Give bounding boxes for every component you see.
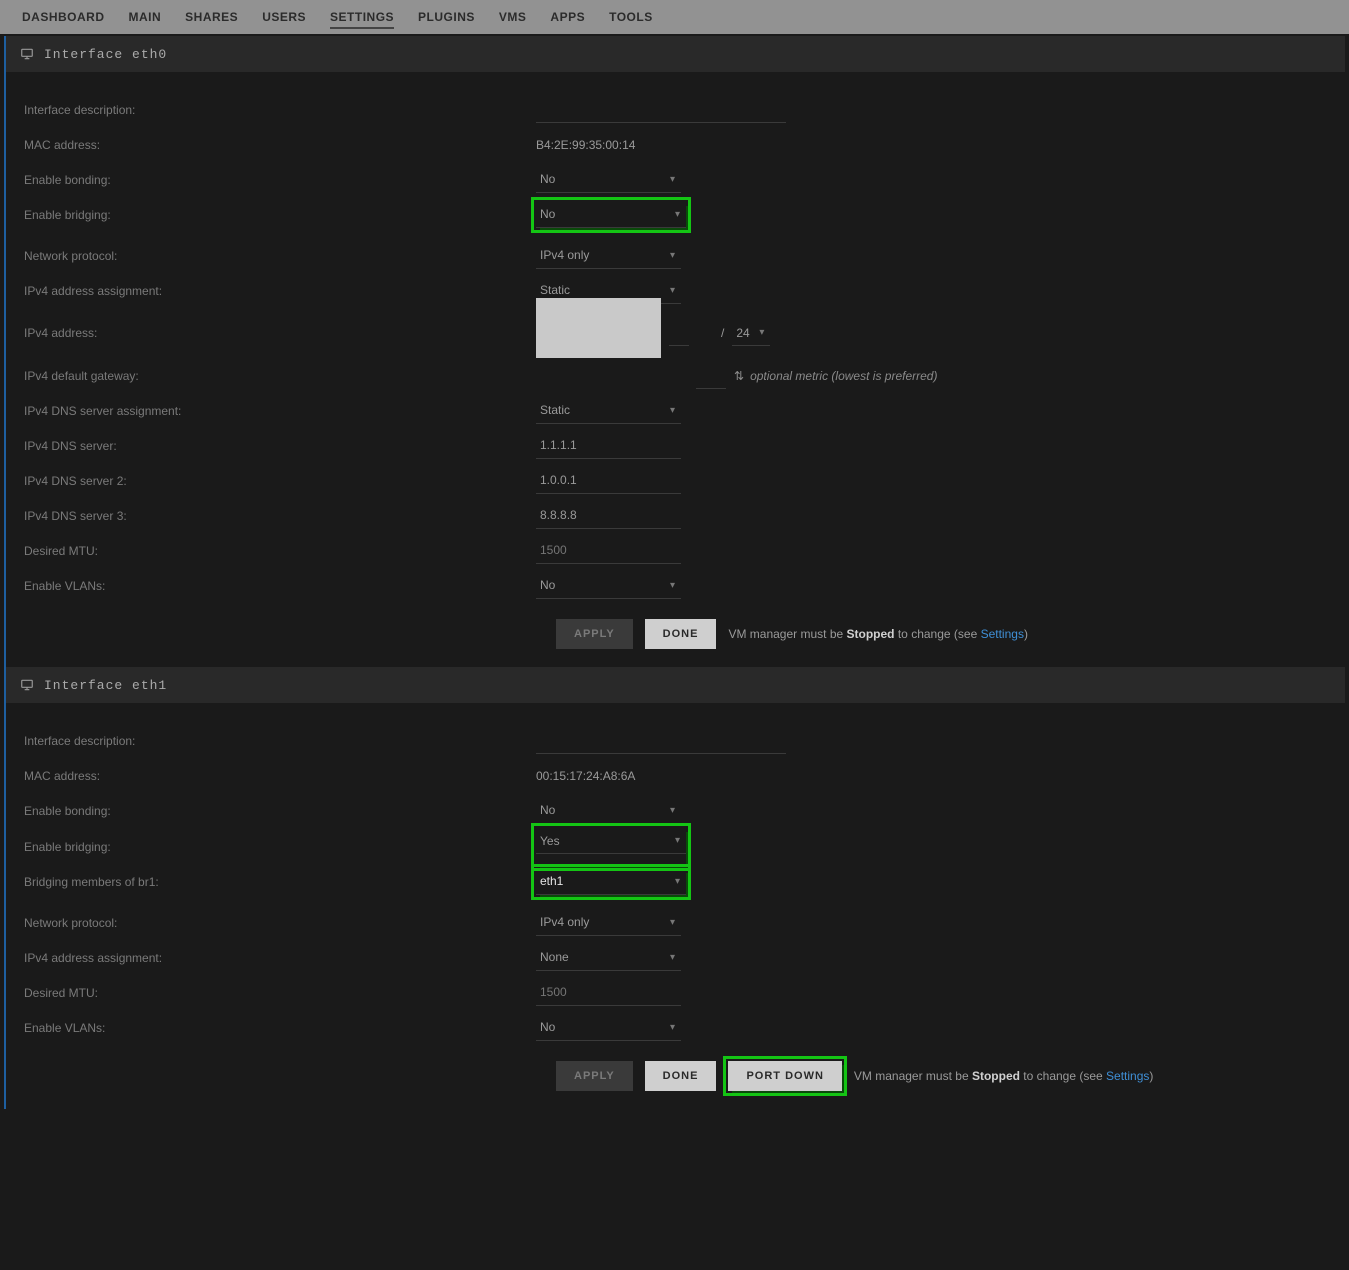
eth0-apply-button[interactable]: APPLY	[556, 619, 633, 649]
eth0-note: VM manager must be Stopped to change (se…	[728, 627, 1027, 641]
eth1-label-ipv4assign: IPv4 address assignment:	[16, 951, 536, 965]
eth0-label-desc: Interface description:	[16, 103, 536, 117]
section-eth1-title: Interface eth1	[44, 678, 167, 693]
tab-vms[interactable]: VMS	[487, 0, 539, 34]
eth0-button-row: APPLY DONE VM manager must be Stopped to…	[556, 619, 1335, 649]
eth0-label-dns2: IPv4 DNS server 2:	[16, 474, 536, 488]
eth0-label-ipv4addr: IPv4 address:	[16, 326, 536, 340]
eth1-bonding-select[interactable]: No	[536, 798, 681, 824]
eth1-portdown-button[interactable]: PORT DOWN	[728, 1061, 841, 1091]
eth1-label-vlans: Enable VLANs:	[16, 1021, 536, 1035]
eth0-dns3-input[interactable]	[536, 503, 681, 529]
eth0-mask-select[interactable]: 24	[732, 320, 770, 346]
slash-literal: /	[721, 326, 724, 340]
eth1-done-button[interactable]: DONE	[645, 1061, 717, 1091]
eth1-desc-input[interactable]	[536, 728, 786, 754]
tab-settings[interactable]: SETTINGS	[318, 0, 406, 34]
eth0-done-button[interactable]: DONE	[645, 619, 717, 649]
eth0-gw-metric-input[interactable]	[696, 363, 726, 389]
section-eth0-title: Interface eth0	[44, 47, 167, 62]
eth0-dnsassign-select[interactable]: Static	[536, 398, 681, 424]
eth1-form: Interface description: MAC address: 00:1…	[6, 703, 1345, 1109]
eth0-label-dnsassign: IPv4 DNS server assignment:	[16, 404, 536, 418]
eth0-label-ipv4assign: IPv4 address assignment:	[16, 284, 536, 298]
eth0-metric-hint: ⇅optional metric (lowest is preferred)	[734, 369, 937, 383]
eth0-ipv4-tail-input[interactable]	[669, 320, 689, 346]
tab-users[interactable]: USERS	[250, 0, 318, 34]
eth1-vlans-select[interactable]: No	[536, 1015, 681, 1041]
eth1-mtu-input[interactable]	[536, 980, 681, 1006]
eth0-form: Interface description: MAC address: B4:2…	[6, 72, 1345, 667]
eth1-apply-button[interactable]: APPLY	[556, 1061, 633, 1091]
eth1-bridging-select[interactable]: Yes	[536, 828, 686, 854]
eth0-mac-value: B4:2E:99:35:00:14	[536, 138, 635, 152]
eth1-label-bonding: Enable bonding:	[16, 804, 536, 818]
eth0-ipv4-redacted	[536, 298, 661, 358]
tab-tools[interactable]: TOOLS	[597, 0, 665, 34]
section-eth1-header: Interface eth1	[6, 667, 1345, 703]
eth1-members-select[interactable]: eth1	[536, 869, 686, 895]
eth0-label-protocol: Network protocol:	[16, 249, 536, 263]
network-icon	[20, 47, 34, 61]
tab-plugins[interactable]: PLUGINS	[406, 0, 487, 34]
eth0-label-bridging: Enable bridging:	[16, 208, 536, 222]
sort-icon: ⇅	[734, 369, 744, 383]
eth0-settings-link[interactable]: Settings	[981, 627, 1024, 641]
tab-dashboard[interactable]: DASHBOARD	[10, 0, 117, 34]
eth0-desc-input[interactable]	[536, 97, 786, 123]
eth0-bridging-select[interactable]: No	[536, 202, 686, 228]
eth1-ipv4assign-select[interactable]: None	[536, 945, 681, 971]
eth0-label-dns3: IPv4 DNS server 3:	[16, 509, 536, 523]
eth0-dns1-input[interactable]	[536, 433, 681, 459]
eth1-label-bridging: Enable bridging:	[16, 840, 536, 854]
eth1-label-mtu: Desired MTU:	[16, 986, 536, 1000]
eth1-note: VM manager must be Stopped to change (se…	[854, 1069, 1153, 1083]
eth0-mtu-input[interactable]	[536, 538, 681, 564]
eth0-vlans-select[interactable]: No	[536, 573, 681, 599]
eth1-protocol-select[interactable]: IPv4 only	[536, 910, 681, 936]
tab-main[interactable]: MAIN	[117, 0, 174, 34]
content-area: Interface eth0 Interface description: MA…	[4, 36, 1345, 1109]
tab-apps[interactable]: APPS	[538, 0, 597, 34]
eth1-label-protocol: Network protocol:	[16, 916, 536, 930]
network-icon	[20, 678, 34, 692]
eth0-dns2-input[interactable]	[536, 468, 681, 494]
eth0-label-dns1: IPv4 DNS server:	[16, 439, 536, 453]
tab-shares[interactable]: SHARES	[173, 0, 250, 34]
eth0-label-mac: MAC address:	[16, 138, 536, 152]
top-nav: DASHBOARD MAIN SHARES USERS SETTINGS PLU…	[0, 0, 1349, 34]
eth0-label-vlans: Enable VLANs:	[16, 579, 536, 593]
eth0-label-bonding: Enable bonding:	[16, 173, 536, 187]
eth1-settings-link[interactable]: Settings	[1106, 1069, 1149, 1083]
eth1-label-desc: Interface description:	[16, 734, 536, 748]
eth0-label-mtu: Desired MTU:	[16, 544, 536, 558]
eth0-label-gw: IPv4 default gateway:	[16, 369, 536, 383]
eth1-button-row: APPLY DONE PORT DOWN VM manager must be …	[556, 1061, 1335, 1091]
eth1-mac-value: 00:15:17:24:A8:6A	[536, 769, 635, 783]
eth0-bonding-select[interactable]: No	[536, 167, 681, 193]
eth1-label-mac: MAC address:	[16, 769, 536, 783]
eth1-label-members: Bridging members of br1:	[16, 875, 536, 889]
section-eth0-header: Interface eth0	[6, 36, 1345, 72]
eth0-protocol-select[interactable]: IPv4 only	[536, 243, 681, 269]
